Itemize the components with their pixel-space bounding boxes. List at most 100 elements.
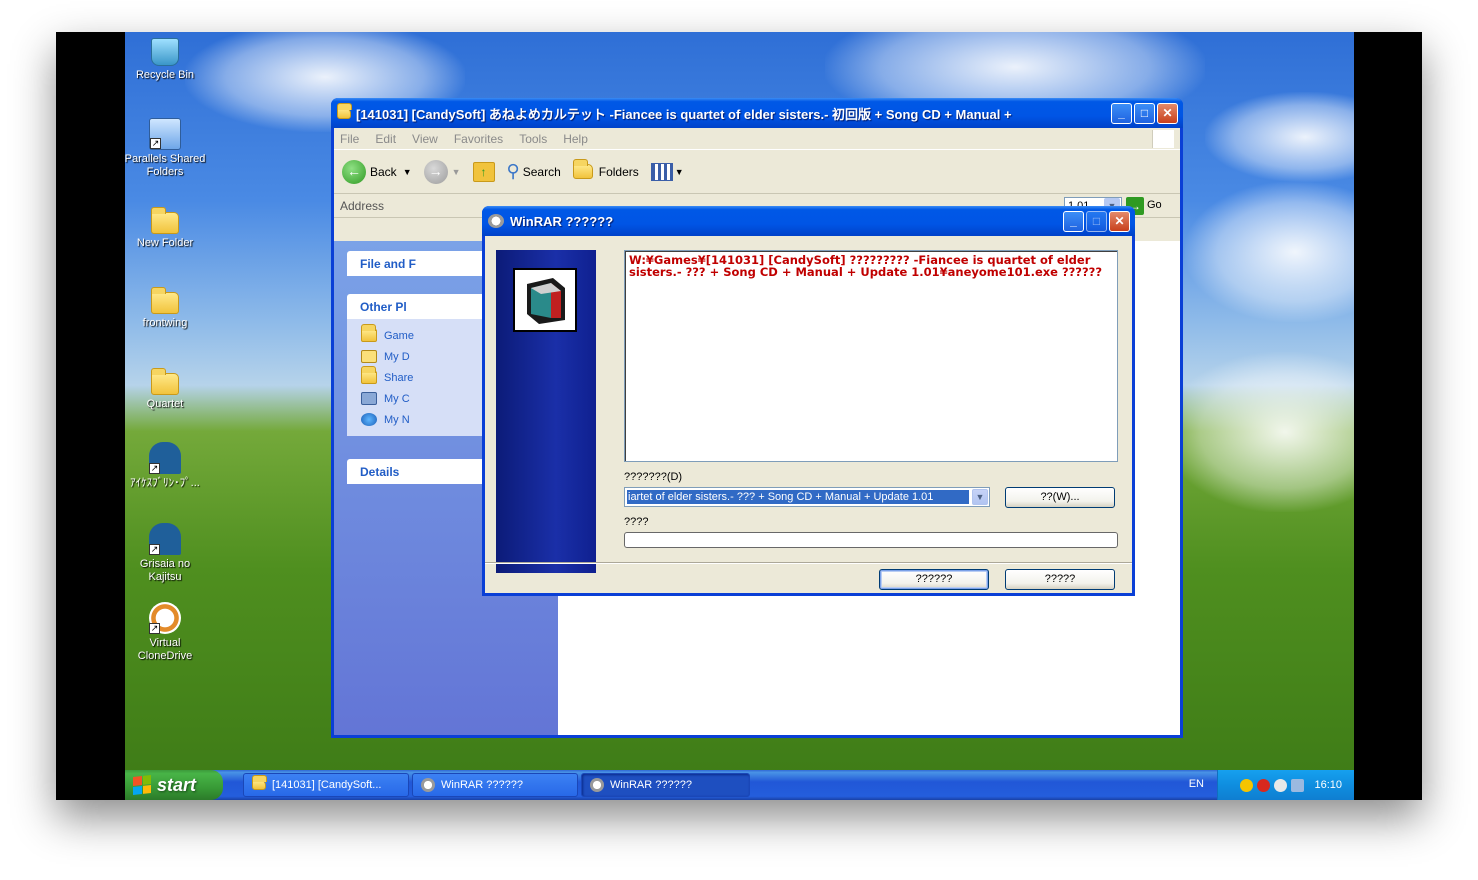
desktop-icon-label: Quartet (146, 398, 184, 410)
winrar-sheep-icon (421, 778, 435, 792)
taskbar-item-label: [141031] [CandySoft... (272, 779, 382, 791)
forward-arrow-icon: → (423, 159, 448, 184)
sheep-tray-icon[interactable] (1274, 778, 1288, 792)
desktop-icon-label: Recycle Bin (135, 69, 195, 81)
browse-button[interactable]: ??(W)... (1005, 487, 1115, 508)
shared-folder-icon (361, 366, 377, 384)
winrar-client: W:¥Games¥[141031] [CandySoft] ????????? … (485, 236, 1132, 593)
minimize-button[interactable]: _ (1063, 211, 1084, 232)
place-label: My N (384, 413, 410, 426)
shortcut-arrow-icon: ↗ (149, 463, 160, 474)
maximize-button[interactable]: □ (1134, 103, 1155, 124)
vm-window: Recycle Bin ↗ Parallels Shared Folders N… (56, 32, 1422, 800)
folders-icon (572, 159, 593, 179)
network-places-icon (361, 413, 377, 426)
views-icon (650, 162, 673, 181)
go-button[interactable]: Go (1147, 199, 1162, 211)
folder-icon (337, 102, 352, 119)
shield-icon[interactable] (1240, 778, 1254, 792)
desktop-icon-label: New Folder (136, 237, 194, 249)
desktop-icon-label: frontwing (142, 317, 188, 329)
close-button[interactable]: ✕ (1157, 103, 1178, 124)
folder-icon (151, 287, 179, 314)
taskbar-item-label: WinRAR ?????? (441, 779, 523, 791)
search-button[interactable]: ⚲ Search (507, 161, 561, 182)
winrar-side-banner (496, 250, 596, 573)
taskbar: start [141031] [CandySoft... WinRAR ????… (125, 770, 1354, 800)
folder-icon (151, 368, 179, 395)
progress-label: ???? (624, 516, 649, 528)
winrar-title: WinRAR ?????? (510, 213, 614, 229)
folders-label: Folders (598, 164, 639, 179)
desktop-icon-label: Virtual CloneDrive (137, 637, 193, 662)
winrar-dialog: WinRAR ?????? _ □ ✕ W:¥Games¥[141031] [C… (482, 206, 1135, 596)
place-label: Game (384, 329, 414, 342)
back-arrow-icon: ← (342, 159, 366, 184)
folders-button[interactable]: Folders (572, 159, 639, 179)
menu-file[interactable]: File (340, 132, 359, 146)
my-computer-icon (361, 392, 377, 405)
folder-icon (252, 775, 267, 790)
app-icon: ↗ (149, 523, 181, 555)
dialog-divider (485, 562, 1132, 564)
menu-favorites[interactable]: Favorites (454, 132, 503, 146)
menu-tools[interactable]: Tools (519, 132, 547, 146)
menu-view[interactable]: View (412, 132, 438, 146)
taskbar-item-winrar-2[interactable]: WinRAR ?????? (581, 773, 750, 797)
taskbar-item-label: WinRAR ?????? (610, 779, 692, 791)
progress-bar (624, 532, 1118, 548)
menu-bar: File Edit View Favorites Tools Help (334, 128, 1180, 150)
shortcut-arrow-icon: ↗ (150, 138, 161, 149)
back-button[interactable]: ← Back ▼ (342, 159, 412, 184)
desktop-icon-game-shortcut[interactable]: ↗ ｱｲｹｽﾌﾞﾘﾝ･ﾌﾟ... (125, 442, 207, 490)
recycle-bin-icon (151, 38, 179, 66)
forward-button[interactable]: → ▼ (423, 159, 461, 184)
back-label: Back (370, 164, 397, 179)
menu-edit[interactable]: Edit (375, 132, 396, 146)
explorer-titlebar[interactable]: [141031] [CandySoft] あねよめカルテット -Fiancee … (331, 98, 1183, 128)
up-folder-button[interactable]: ↑ (472, 161, 495, 182)
network-folder-icon: ↗ (149, 118, 181, 150)
explorer-title: [141031] [CandySoft] あねよめカルテット -Fiancee … (356, 106, 1012, 122)
search-icon: ⚲ (506, 161, 520, 181)
destination-value: iartet of elder sisters.- ??? + Song CD … (627, 490, 969, 504)
archive-path-text: W:¥Games¥[141031] [CandySoft] ????????? … (624, 250, 1118, 462)
desktop-icon-parallels-shared-folders[interactable]: ↗ Parallels Shared Folders (125, 118, 207, 179)
cancel-button[interactable]: ????? (1005, 569, 1115, 590)
destination-combobox[interactable]: iartet of elder sisters.- ??? + Song CD … (624, 487, 990, 507)
desktop-icon-new-folder[interactable]: New Folder (125, 204, 207, 250)
desktop-icon-quartet[interactable]: Quartet (125, 365, 207, 411)
menu-help[interactable]: Help (563, 132, 588, 146)
views-button[interactable]: ▼ (650, 162, 684, 181)
chevron-down-icon[interactable]: ▼ (972, 489, 988, 505)
place-label: Share (384, 371, 414, 384)
desktop-icon-grisaia[interactable]: ↗ Grisaia no Kajitsu (125, 523, 207, 584)
language-indicator[interactable]: EN (1189, 778, 1204, 790)
winrar-archive-icon (513, 268, 577, 332)
minimize-button[interactable]: _ (1111, 103, 1132, 124)
maximize-button: □ (1086, 211, 1107, 232)
clock[interactable]: 16:10 (1314, 779, 1342, 791)
toolbar: ← Back ▼ → ▼ ↑ ⚲ Search Folders ▼ (334, 150, 1180, 194)
desktop-icon-virtual-clonedrive[interactable]: ↗ Virtual CloneDrive (125, 602, 207, 663)
close-button[interactable]: ✕ (1109, 211, 1130, 232)
taskbar-item-winrar-1[interactable]: WinRAR ?????? (412, 773, 578, 797)
security-alert-icon[interactable] (1257, 778, 1271, 792)
shortcut-arrow-icon: ↗ (149, 544, 160, 555)
up-folder-icon: ↑ (472, 161, 495, 182)
desktop-icon-label: ｱｲｹｽﾌﾞﾘﾝ･ﾌﾟ... (130, 477, 200, 489)
start-label: start (157, 774, 197, 795)
desktop-icon-recycle-bin[interactable]: Recycle Bin (125, 38, 207, 82)
place-label: My C (384, 392, 410, 405)
dropdown-arrow-icon: ▼ (674, 166, 684, 177)
desktop-icon-frontwing[interactable]: frontwing (125, 284, 207, 330)
winrar-titlebar[interactable]: WinRAR ?????? (482, 206, 1135, 236)
install-button[interactable]: ?????? (879, 569, 989, 590)
system-tray: 16:10 (1217, 770, 1354, 800)
dropdown-arrow-icon: ▼ (451, 166, 461, 177)
start-button[interactable]: start (125, 770, 223, 800)
my-documents-icon (361, 350, 377, 363)
desktop-icon-label: Grisaia no Kajitsu (139, 558, 191, 583)
network-icon[interactable] (1291, 778, 1305, 792)
taskbar-item-explorer[interactable]: [141031] [CandySoft... (243, 773, 409, 797)
